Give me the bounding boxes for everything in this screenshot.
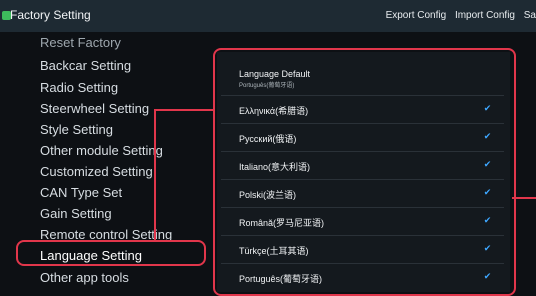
sidebar-item-radio[interactable]: Radio Setting <box>40 80 118 95</box>
language-panel-highlight <box>213 48 516 296</box>
import-config-button[interactable]: Import Config <box>455 10 515 21</box>
sidebar-item-other-module[interactable]: Other module Setting <box>40 143 163 158</box>
sidebar-item-style[interactable]: Style Setting <box>40 122 113 137</box>
sidebar-item-customized[interactable]: Customized Setting <box>40 164 153 179</box>
sidebar-item-steerwheel[interactable]: Steerwheel Setting <box>40 101 149 116</box>
main-content: Reset Factory Backcar Setting Radio Sett… <box>0 32 536 296</box>
sidebar-item-reset-factory[interactable]: Reset Factory <box>40 35 121 50</box>
top-actions: Export Config Import Config Sa <box>386 10 536 21</box>
page-title: Factory Setting <box>10 8 91 22</box>
export-config-button[interactable]: Export Config <box>386 10 447 21</box>
sidebar-item-can-type[interactable]: CAN Type Set <box>40 185 122 200</box>
top-bar: Factory Setting Export Config Import Con… <box>0 0 536 32</box>
sidebar-item-backcar[interactable]: Backcar Setting <box>40 58 131 73</box>
language-setting-highlight <box>16 240 206 266</box>
save-button[interactable]: Sa <box>524 10 536 21</box>
sidebar-item-other-app-tools[interactable]: Other app tools <box>40 270 129 285</box>
annotation-connector <box>154 109 215 111</box>
annotation-connector <box>512 197 536 199</box>
annotation-connector <box>154 109 156 242</box>
sidebar-item-gain[interactable]: Gain Setting <box>40 206 112 221</box>
